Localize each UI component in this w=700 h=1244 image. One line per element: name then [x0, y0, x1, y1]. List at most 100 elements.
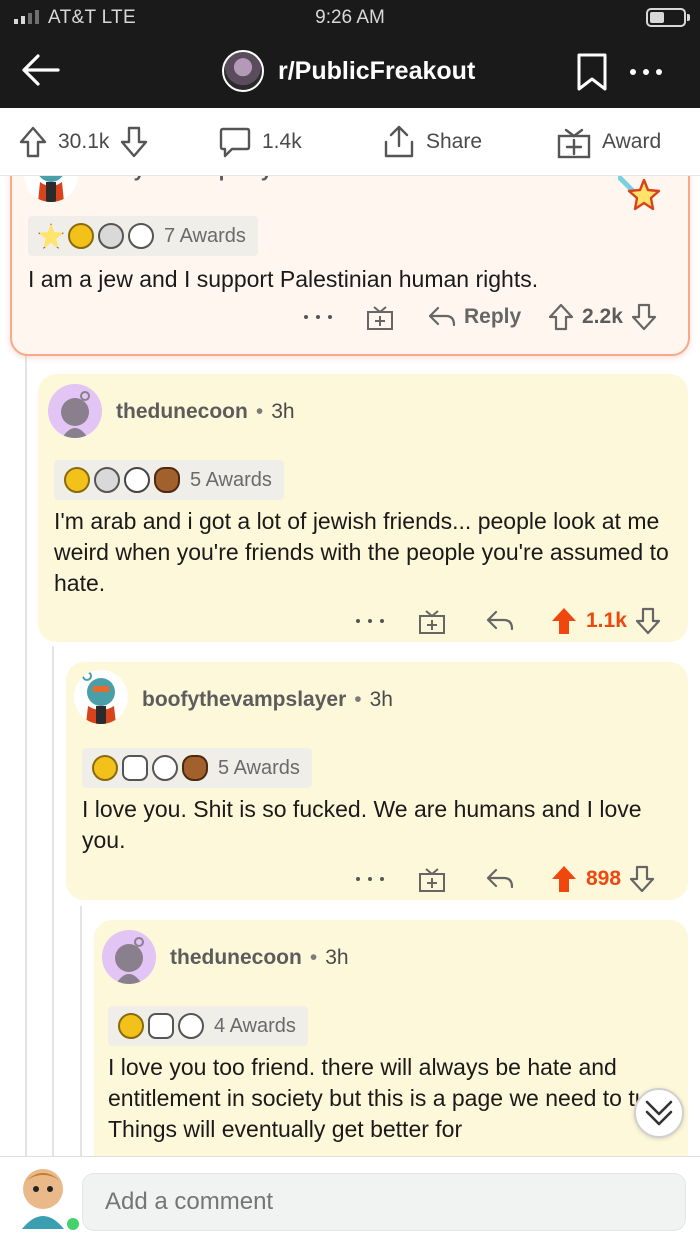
comment-actions: 1.1k: [38, 604, 688, 638]
comment-composer: [0, 1156, 700, 1244]
thread-line[interactable]: [52, 646, 54, 1156]
subreddit-title[interactable]: r/PublicFreakout: [222, 50, 475, 92]
bear-award-icon: [154, 467, 180, 493]
comment-icon: [219, 127, 251, 158]
more-icon[interactable]: [304, 300, 332, 334]
upvote-icon[interactable]: [548, 303, 574, 331]
comment-vote: 2.2k: [548, 300, 657, 334]
comment-count: 1.4k: [262, 130, 302, 153]
reply-button[interactable]: Reply: [428, 300, 521, 334]
comment-vote: 1.1k: [550, 604, 661, 638]
comment-body: I love you too friend. there will always…: [108, 1054, 675, 1142]
thread-line[interactable]: [80, 906, 82, 1156]
reply-icon[interactable]: [486, 862, 514, 896]
next-comment-button[interactable]: [634, 1088, 684, 1138]
subreddit-name: r/PublicFreakout: [278, 56, 476, 85]
avatar[interactable]: [24, 176, 78, 202]
comment-username[interactable]: thedunecoon: [116, 400, 248, 424]
award-button[interactable]: Award: [556, 122, 661, 162]
gift-icon[interactable]: [366, 300, 394, 334]
chevron-double-down-icon: [645, 1100, 673, 1126]
gift-icon[interactable]: [418, 604, 446, 638]
reply-label: Reply: [464, 305, 522, 328]
comment-username[interactable]: thedunecoon: [170, 946, 302, 970]
comment-body: I love you. Shit is so fucked. We are hu…: [82, 796, 642, 853]
star-award-icon: [38, 223, 64, 249]
back-arrow-icon[interactable]: [18, 48, 62, 92]
comment-username[interactable]: boofythevampslayer: [142, 688, 346, 712]
face-award-icon: [152, 755, 178, 781]
comment: thedunecoon • 3h 4 Awards I love you too…: [94, 920, 688, 1156]
gold-award-icon: [64, 467, 90, 493]
status-bar: AT&T LTE 9:26 AM: [0, 0, 700, 36]
comment-score: 898: [586, 867, 622, 890]
awards-bar[interactable]: 4 Awards: [108, 1006, 308, 1046]
gold-award-icon: [92, 755, 118, 781]
clapping-award-icon: [148, 1013, 174, 1039]
awards-count: 4 Awards: [214, 1014, 296, 1037]
downvote-icon[interactable]: [119, 125, 149, 159]
bear-award-icon: [182, 755, 208, 781]
downvote-icon[interactable]: [635, 607, 661, 635]
comment-input[interactable]: [82, 1173, 686, 1231]
bookmark-icon[interactable]: [576, 52, 608, 92]
upvote-icon[interactable]: [550, 864, 578, 894]
comment-actions: Reply 2.2k: [12, 300, 692, 334]
comment-body: I'm arab and i got a lot of jewish frien…: [54, 508, 669, 596]
comment-header: boofythevampslayer • 3h: [142, 688, 393, 712]
avatar[interactable]: [102, 930, 156, 984]
face-award-icon: [128, 223, 154, 249]
post-score: 30.1k: [58, 130, 110, 153]
coin-award-icon: [124, 467, 150, 493]
comment-header: boofythevampslayer • 4h: [88, 176, 339, 182]
subreddit-avatar: [222, 50, 264, 92]
upvote-icon[interactable]: [18, 125, 48, 159]
post-action-bar: 30.1k 1.4k Share Award: [0, 108, 700, 176]
comment: boofythevampslayer • 4h 7 Awards I am a …: [10, 176, 690, 356]
more-icon[interactable]: [356, 862, 384, 896]
awards-bar[interactable]: 5 Awards: [54, 460, 284, 500]
app-header: AT&T LTE 9:26 AM r/PublicFreakout: [0, 0, 700, 108]
silver-award-icon: [94, 467, 120, 493]
star-award-icon: [618, 176, 661, 211]
battery-icon: [646, 8, 690, 27]
more-icon[interactable]: [356, 604, 384, 638]
gift-icon: [557, 128, 591, 159]
awards-bar[interactable]: 5 Awards: [82, 748, 312, 788]
comment-vote: 898: [550, 862, 655, 896]
comment-actions: 898: [66, 862, 688, 896]
share-label: Share: [426, 130, 483, 153]
downvote-icon[interactable]: [629, 865, 655, 893]
comments-button[interactable]: 1.4k: [218, 122, 302, 162]
gold-award-icon: [118, 1013, 144, 1039]
clapping-award-icon: [122, 755, 148, 781]
comment-score: 2.2k: [582, 305, 623, 328]
share-button[interactable]: Share: [382, 122, 482, 162]
avatar[interactable]: [48, 384, 102, 438]
post-vote: 30.1k: [18, 122, 149, 162]
awards-count: 7 Awards: [164, 224, 246, 247]
comment-age: 3h: [325, 946, 349, 969]
comment-body: I am a jew and I support Palestinian hum…: [28, 266, 539, 292]
user-avatar[interactable]: [14, 1163, 82, 1233]
gift-icon[interactable]: [418, 862, 446, 896]
reply-icon: [428, 306, 456, 327]
comment-header: thedunecoon • 3h: [116, 400, 295, 424]
awards-count: 5 Awards: [190, 468, 272, 491]
more-icon[interactable]: [626, 60, 666, 84]
award-label: Award: [602, 130, 662, 153]
comment-age: 3h: [271, 400, 295, 423]
comment-age: 3h: [369, 688, 393, 711]
awards-bar[interactable]: 7 Awards: [28, 216, 258, 256]
comment: thedunecoon • 3h 5 Awards I'm arab and i…: [38, 374, 688, 642]
reply-icon[interactable]: [486, 604, 514, 638]
comment-score: 1.1k: [586, 609, 627, 632]
face-award-icon: [178, 1013, 204, 1039]
comment-username[interactable]: boofythevampslayer: [88, 176, 292, 182]
awards-count: 5 Awards: [218, 756, 300, 779]
downvote-icon[interactable]: [631, 303, 657, 331]
avatar[interactable]: [74, 670, 128, 724]
comment-header: thedunecoon • 3h: [170, 946, 349, 970]
clock: 9:26 AM: [315, 7, 385, 28]
upvote-icon[interactable]: [550, 606, 578, 636]
